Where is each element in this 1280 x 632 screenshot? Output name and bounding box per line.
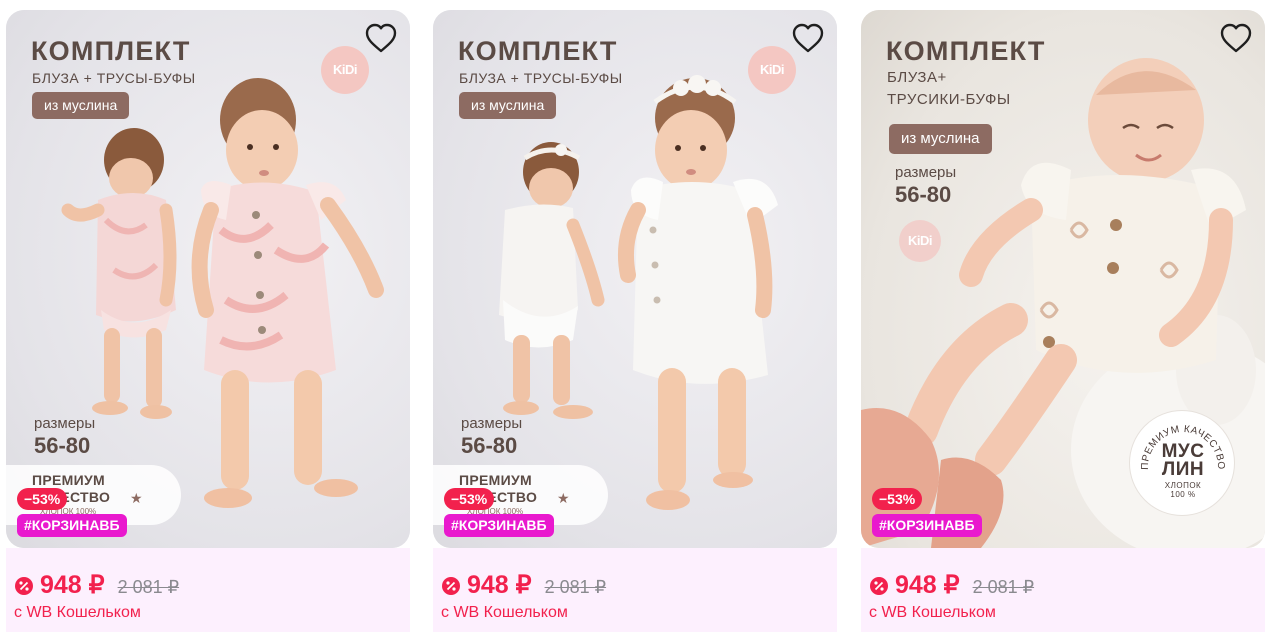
discount-badge: −53%: [17, 488, 68, 510]
percent-tag-icon: [15, 577, 33, 595]
price-row: 948 ₽ 2 081 ₽: [441, 570, 606, 600]
promo-tag-badge: #КОРЗИНАВБ: [17, 514, 127, 537]
wallet-note: с WB Кошельком: [14, 604, 141, 621]
current-price: 948 ₽: [467, 571, 532, 599]
percent-tag-icon: [870, 577, 888, 595]
product-headline: КОМПЛЕКТ: [31, 36, 191, 66]
product-headline: КОМПЛЕКТ: [886, 36, 1046, 66]
brand-logo: KiDi: [748, 46, 796, 94]
product-subheadline: БЛУЗА + ТРУСЫ-БУФЫ: [32, 70, 196, 86]
old-price: 2 081 ₽: [972, 577, 1035, 597]
current-price: 948 ₽: [40, 571, 105, 599]
wallet-note: с WB Кошельком: [441, 604, 568, 621]
brand-logo: KiDi: [899, 220, 941, 262]
sizes-value: 56-80: [895, 182, 952, 207]
price-section[interactable]: 948 ₽ 2 081 ₽ с WB Кошельком: [6, 548, 410, 632]
product-card[interactable]: КОМПЛЕКТ БЛУЗА + ТРУСЫ-БУФЫ из муслина K…: [6, 10, 410, 632]
muslin-seal-subtitle: ХЛОПОК 100 %: [1164, 481, 1202, 499]
product-image[interactable]: КОМПЛЕКТ БЛУЗА+ ТРУСИКИ-БУФЫ из муслина …: [861, 10, 1265, 548]
material-pill: из муслина: [459, 92, 557, 119]
sizes-value: 56-80: [34, 433, 91, 458]
product-headline: КОМПЛЕКТ: [458, 36, 618, 66]
material-pill: из муслина: [889, 124, 992, 154]
sizes-label: размеры: [34, 415, 96, 432]
promo-tag-badge: #КОРЗИНАВБ: [444, 514, 554, 537]
product-grid: КОМПЛЕКТ БЛУЗА + ТРУСЫ-БУФЫ из муслина K…: [0, 0, 1280, 632]
product-subheadline: БЛУЗА + ТРУСЫ-БУФЫ: [459, 70, 623, 86]
discount-badge: −53%: [444, 488, 495, 510]
promo-tag-badge: #КОРЗИНАВБ: [872, 514, 982, 537]
sizes-value: 56-80: [461, 433, 518, 458]
muslin-seal-title: МУС ЛИН: [1161, 441, 1205, 480]
percent-tag-icon: [442, 577, 460, 595]
favorite-heart-icon[interactable]: [791, 22, 825, 54]
sizes-label: размеры: [461, 415, 523, 432]
product-image[interactable]: КОМПЛЕКТ БЛУЗА + ТРУСЫ-БУФЫ из муслина K…: [6, 10, 410, 548]
sizes-label: размеры: [895, 164, 957, 181]
old-price: 2 081 ₽: [544, 577, 607, 597]
favorite-heart-icon[interactable]: [364, 22, 398, 54]
old-price: 2 081 ₽: [117, 577, 180, 597]
current-price: 948 ₽: [895, 571, 960, 599]
brand-logo: KiDi: [321, 46, 369, 94]
star-icon: ★: [130, 490, 143, 506]
price-row: 948 ₽ 2 081 ₽: [14, 570, 179, 600]
material-pill: из муслина: [32, 92, 130, 119]
product-image[interactable]: КОМПЛЕКТ БЛУЗА + ТРУСЫ-БУФЫ из муслина K…: [433, 10, 837, 548]
product-card[interactable]: КОМПЛЕКТ БЛУЗА+ ТРУСИКИ-БУФЫ из муслина …: [861, 10, 1265, 632]
discount-badge: −53%: [872, 488, 923, 510]
muslin-quality-seal: ПРЕМИУМ КАЧЕСТВО МУС ЛИН ХЛОПОК 100 %: [1129, 410, 1235, 516]
product-card[interactable]: КОМПЛЕКТ БЛУЗА + ТРУСЫ-БУФЫ из муслина K…: [433, 10, 837, 632]
price-row: 948 ₽ 2 081 ₽: [869, 570, 1034, 600]
wallet-note: с WB Кошельком: [869, 604, 996, 621]
favorite-heart-icon[interactable]: [1219, 22, 1253, 54]
price-section[interactable]: 948 ₽ 2 081 ₽ с WB Кошельком: [861, 548, 1265, 632]
product-subheadline: БЛУЗА+ ТРУСИКИ-БУФЫ: [887, 69, 1011, 108]
price-section[interactable]: 948 ₽ 2 081 ₽ с WB Кошельком: [433, 548, 837, 632]
star-icon: ★: [557, 490, 570, 506]
